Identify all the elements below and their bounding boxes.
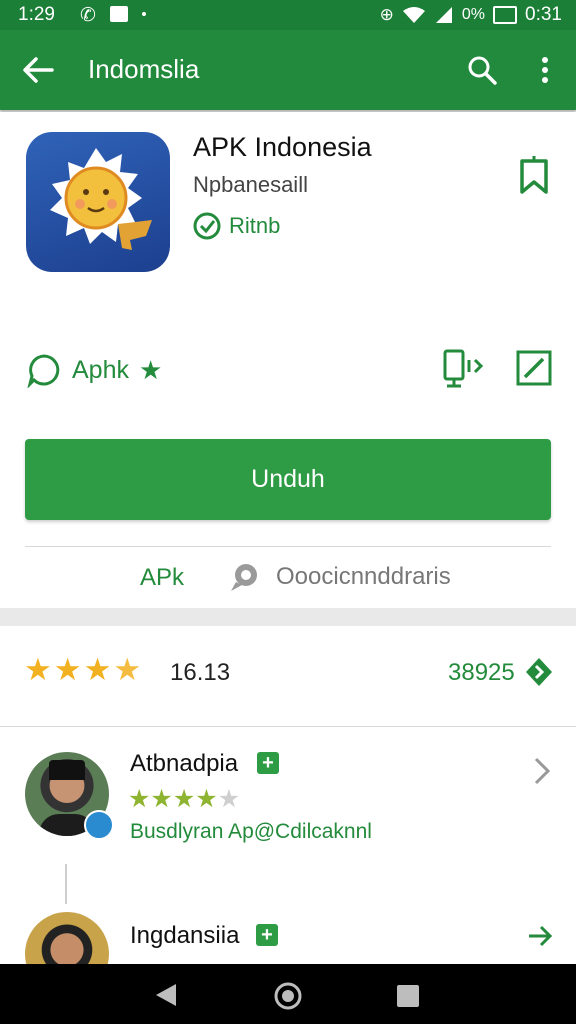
search-icon bbox=[468, 56, 497, 85]
back-button[interactable] bbox=[16, 48, 60, 92]
tab-discussion[interactable]: Ooocicnnddraris bbox=[228, 560, 451, 594]
category-row[interactable]: Ritnb bbox=[193, 212, 280, 240]
nav-back-icon[interactable] bbox=[154, 982, 178, 1008]
plus-badge-icon: + bbox=[256, 924, 278, 946]
wishlist-button[interactable] bbox=[512, 152, 556, 200]
app-info-card: APK Indonesia Npbanesaill Ritnb Aphk ★ U… bbox=[0, 112, 576, 608]
reviewer-name: Atbnadpia bbox=[130, 750, 239, 777]
dot-icon bbox=[142, 12, 146, 16]
app-icon[interactable] bbox=[26, 132, 170, 272]
check-circle-icon bbox=[193, 212, 221, 240]
reviews-card: ★ ★ ★ ★ 16.13 38925 Atbnadpia + ★ ★ ★ ★ … bbox=[0, 626, 576, 964]
star-half-icon: ★ bbox=[113, 652, 142, 687]
status-clock: 0:31 bbox=[525, 4, 562, 25]
star-filled-icon: ★ bbox=[172, 785, 196, 813]
reviewer-name: Ingdansiia bbox=[130, 922, 240, 949]
review-item[interactable]: Ingdansiia + bbox=[0, 906, 576, 964]
bookmark-icon bbox=[520, 156, 548, 194]
chat-bubble-icon bbox=[27, 354, 60, 388]
wifi-icon bbox=[402, 7, 425, 23]
divider bbox=[0, 726, 576, 727]
thread-line bbox=[65, 864, 67, 904]
rating-label: Aphk bbox=[72, 355, 129, 384]
avatar bbox=[25, 912, 109, 964]
device-compat-button[interactable] bbox=[438, 344, 490, 392]
app-notification-icon bbox=[110, 6, 128, 22]
star-empty-icon: ★ bbox=[217, 785, 241, 813]
battery-text: 0% bbox=[461, 6, 486, 23]
nav-recents-icon[interactable] bbox=[397, 985, 419, 1007]
install-button[interactable]: Unduh bbox=[25, 439, 551, 520]
star-filled-icon: ★ bbox=[83, 652, 112, 687]
rating-count: 38925 bbox=[448, 659, 515, 686]
tab-apk[interactable]: APk bbox=[140, 564, 184, 592]
star-filled-icon: ★ bbox=[24, 652, 52, 687]
install-button-label: Unduh bbox=[251, 465, 325, 493]
star-filled-icon: ★ bbox=[128, 785, 151, 813]
star-filled-icon: ★ bbox=[150, 785, 173, 813]
notification-icon: ✆ bbox=[80, 5, 96, 26]
arrow-right-icon[interactable] bbox=[526, 922, 554, 950]
signal-icon bbox=[435, 7, 452, 23]
star-filled-icon: ★ bbox=[195, 785, 218, 813]
verified-badge-icon bbox=[84, 810, 114, 840]
more-vert-icon bbox=[542, 57, 548, 83]
edit-button[interactable] bbox=[512, 344, 556, 392]
review-stars: ★ ★ ★ ★ ★ bbox=[128, 784, 240, 814]
page-title: Indomslia bbox=[88, 54, 200, 84]
status-time: 1:29 bbox=[18, 4, 55, 25]
review-item[interactable]: Atbnadpia + ★ ★ ★ ★ ★ Busdlyran Ap@Cdilc… bbox=[0, 736, 576, 904]
app-name: APK Indonesia bbox=[193, 132, 372, 162]
diamond-arrow-icon[interactable] bbox=[524, 656, 554, 688]
navigation-bar bbox=[0, 964, 576, 1024]
chat-icon bbox=[231, 564, 257, 591]
nav-home-icon[interactable] bbox=[273, 981, 303, 1011]
category-label: Ritnb bbox=[229, 213, 281, 238]
rating-row: Aphk ★ bbox=[26, 352, 162, 388]
data-saver-icon: ⊕ bbox=[379, 5, 394, 24]
edit-icon bbox=[516, 350, 552, 386]
rating-stars: ★ ★ ★ ★ bbox=[24, 652, 141, 688]
developer-name[interactable]: Npbanesaill bbox=[193, 172, 308, 198]
star-filled-icon: ★ bbox=[53, 652, 82, 687]
status-bar: 1:29 ✆ ⊕ 0% 0:31 bbox=[0, 0, 576, 30]
tab-discussion-label: Ooocicnnddraris bbox=[276, 563, 451, 590]
divider bbox=[25, 546, 551, 547]
back-arrow-icon bbox=[23, 57, 54, 83]
review-text: Busdlyran Ap@Cdilcaknnl bbox=[130, 820, 372, 843]
plus-badge-icon: + bbox=[257, 752, 279, 774]
chevron-right-icon[interactable] bbox=[532, 756, 552, 786]
battery-icon bbox=[493, 6, 518, 24]
sun-logo-icon bbox=[50, 148, 152, 250]
rating-score: 16.13 bbox=[170, 659, 231, 686]
device-icon bbox=[443, 349, 484, 388]
search-button[interactable] bbox=[460, 48, 504, 92]
more-options-button[interactable] bbox=[528, 48, 562, 92]
app-bar: Indomslia bbox=[0, 30, 576, 110]
star-icon: ★ bbox=[138, 354, 163, 385]
